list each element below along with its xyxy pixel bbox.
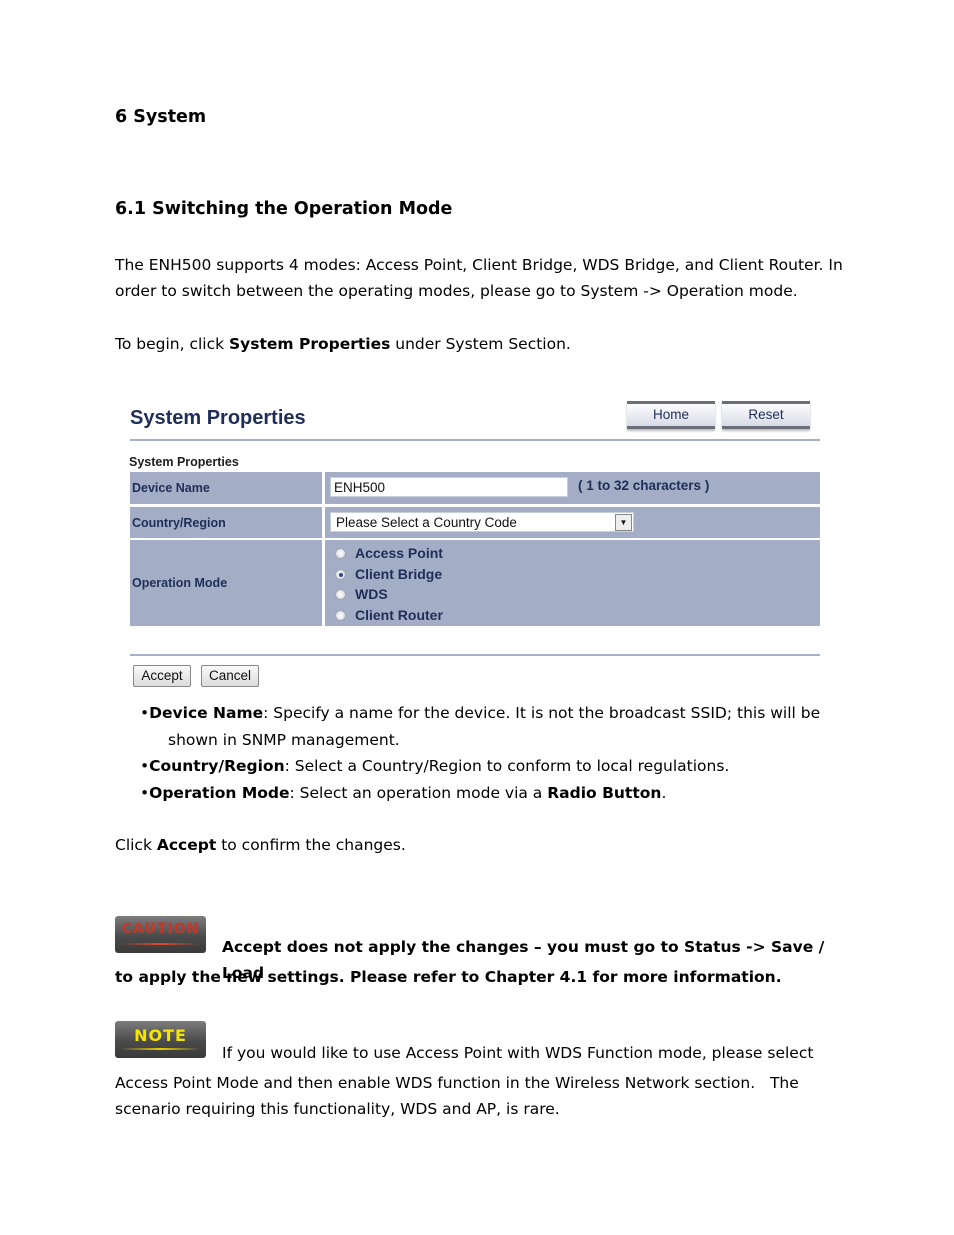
note-line-2: Access Point Mode and then enable WDS fu… <box>115 1074 799 1092</box>
radio-icon[interactable] <box>335 548 346 559</box>
subsection-heading: 6.1 Switching the Operation Mode <box>115 199 453 219</box>
caution-line-2: to apply the new settings. Please refer … <box>115 968 782 986</box>
caution-icon: CAUTION <box>115 916 206 953</box>
click-accept-paragraph: Click Accept to confirm the changes. <box>115 832 845 858</box>
bullet-text: : Specify a name for the device. It is n… <box>263 704 821 722</box>
reset-button[interactable]: Reset <box>722 401 810 429</box>
intro-line-1: The ENH500 supports 4 modes: Access Poin… <box>115 256 843 274</box>
device-name-input[interactable]: ENH500 <box>330 477 568 497</box>
chevron-down-icon[interactable]: ▼ <box>615 514 632 531</box>
bullet-country: •Country/Region: Select a Country/Region… <box>140 757 730 775</box>
radio-label: WDS <box>355 586 388 602</box>
click-prefix: Click <box>115 836 157 854</box>
note-line-1: If you would like to use Access Point wi… <box>222 1044 814 1062</box>
bullet-term: Country/Region <box>149 757 285 775</box>
country-select[interactable]: Please Select a Country Code ▼ <box>330 512 634 532</box>
section-heading: 6 System <box>115 107 207 127</box>
bullet-device-name-cont: shown in SNMP management. <box>168 731 400 749</box>
bullet-bold: Radio Button <box>547 784 662 802</box>
accept-button[interactable]: Accept <box>133 665 191 687</box>
country-label: Country/Region <box>130 507 322 538</box>
intro-line-2: order to switch between the operating mo… <box>115 282 798 300</box>
bullet-text: : Select an operation mode via a <box>289 784 548 802</box>
home-button[interactable]: Home <box>627 401 715 429</box>
title-divider <box>130 439 820 441</box>
operation-mode-label: Operation Mode <box>130 540 322 626</box>
country-cell: Please Select a Country Code ▼ <box>325 507 820 538</box>
caution-badge-line <box>121 943 200 945</box>
ui-section-label: System Properties <box>129 455 239 469</box>
bullet-term: Device Name <box>149 704 264 722</box>
note-badge-text: NOTE <box>134 1026 187 1045</box>
bottom-divider <box>130 654 820 656</box>
radio-label: Client Bridge <box>355 566 443 582</box>
click-suffix: to confirm the changes. <box>216 836 406 854</box>
radio-icon[interactable] <box>335 610 346 621</box>
ui-page-title: System Properties <box>130 407 306 429</box>
begin-paragraph: To begin, click System Properties under … <box>115 331 845 357</box>
click-bold: Accept <box>156 836 217 854</box>
system-properties-screenshot: System Properties Home Reset System Prop… <box>127 395 821 690</box>
cancel-button[interactable]: Cancel <box>201 665 259 687</box>
radio-label: Access Point <box>355 545 443 561</box>
note-badge-line <box>121 1048 200 1050</box>
begin-suffix: under System Section. <box>390 335 571 353</box>
operation-mode-cell: Access Point Client Bridge WDS Client Ro… <box>325 540 820 626</box>
bullet-end: . <box>661 784 667 802</box>
bullet-term: Operation Mode <box>149 784 290 802</box>
device-name-row: Device Name ENH500 ( 1 to 32 characters … <box>130 472 820 504</box>
device-name-cell: ENH500 ( 1 to 32 characters ) <box>325 472 820 504</box>
device-name-hint: ( 1 to 32 characters ) <box>578 478 710 493</box>
bullet-device-name: •Device Name: Specify a name for the dev… <box>140 704 821 722</box>
radio-icon[interactable] <box>335 589 346 600</box>
bullet-text: : Select a Country/Region to conform to … <box>284 757 730 775</box>
note-line-3: scenario requiring this functionality, W… <box>115 1100 560 1118</box>
radio-label: Client Router <box>355 607 443 623</box>
operation-mode-row: Operation Mode Access Point Client Bridg… <box>130 540 820 626</box>
country-row: Country/Region Please Select a Country C… <box>130 507 820 538</box>
country-selected-value: Please Select a Country Code <box>336 515 517 530</box>
device-name-label: Device Name <box>130 472 322 504</box>
begin-prefix: To begin, click <box>115 335 230 353</box>
note-icon: NOTE <box>115 1021 206 1058</box>
radio-selected-icon[interactable] <box>335 569 346 580</box>
bullet-operation-mode: •Operation Mode: Select an operation mod… <box>140 784 667 802</box>
caution-badge-text: CAUTION <box>121 921 200 937</box>
begin-bold: System Properties <box>229 335 391 353</box>
